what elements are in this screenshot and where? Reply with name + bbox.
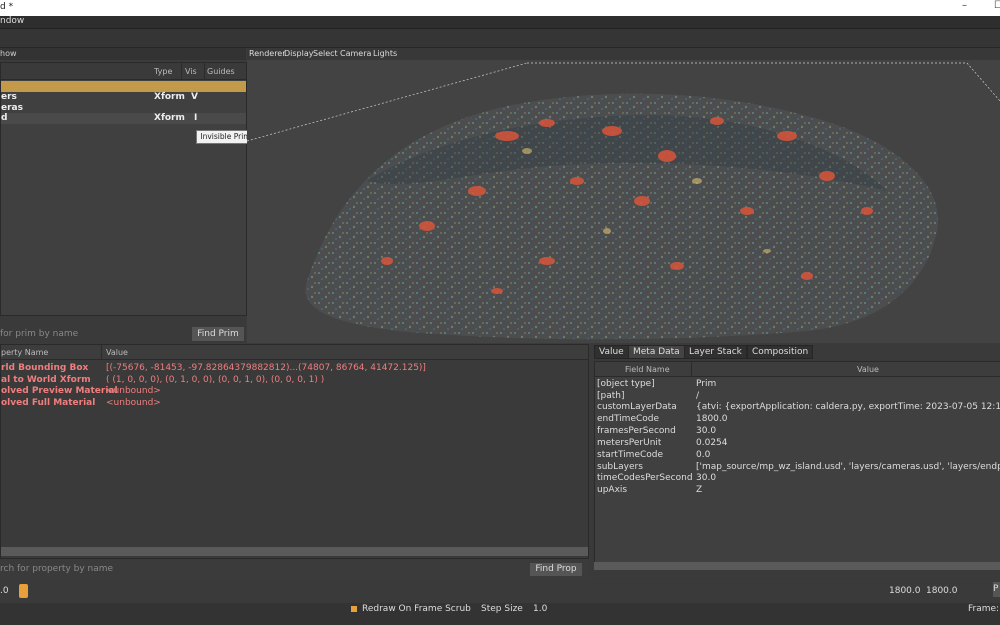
tab-layer-stack[interactable]: Layer Stack [684, 345, 747, 359]
column-value[interactable]: Value [857, 365, 879, 374]
play-button[interactable]: P [993, 582, 1000, 597]
metadata-panel: Value Meta Data Layer Stack Composition … [589, 344, 1000, 577]
column-divider[interactable] [101, 345, 102, 359]
metadata-column-header: Field Name Value [595, 362, 1000, 377]
menu-lights[interactable]: Lights [373, 49, 397, 58]
metadata-horizontal-scrollbar[interactable] [594, 562, 1000, 570]
metadata-row[interactable]: metersPerUnit 0.0254 [595, 438, 1000, 449]
prim-tree[interactable]: Type Vis Guides ers Xform V eras d Xform… [0, 62, 247, 316]
metadata-row[interactable]: customLayerData {atvi: {exportApplication… [595, 402, 1000, 413]
window-title: d * [0, 2, 14, 12]
timeline-end-b: 1800.0 [926, 586, 958, 596]
statusbar: Redraw On Frame Scrub Step Size 1.0 Fram… [0, 603, 1000, 625]
tab-composition[interactable]: Composition [747, 345, 814, 359]
property-name: rld Bounding Box [1, 363, 89, 373]
property-search-input[interactable]: rch for property by name [0, 562, 520, 576]
prim-tree-panel-label: how [0, 49, 17, 58]
property-value: ( (1, 0, 0, 0), (0, 1, 0, 0), (0, 0, 1, … [106, 375, 325, 385]
metadata-row[interactable]: subLayers ['map_source/mp_wz_island.usd',… [595, 462, 1000, 473]
timeline-start: .0 [0, 586, 9, 596]
property-row[interactable]: olved Preview Material <unbound> [1, 386, 588, 397]
timeline-end-a: 1800.0 [889, 586, 921, 596]
metadata-row[interactable]: startTimeCode 0.0 [595, 450, 1000, 461]
metadata-row[interactable]: upAxis Z [595, 485, 1000, 496]
find-prop-button[interactable]: Find Prop [530, 563, 582, 576]
viewport-menubar: Renderer Display Select Camera Lights [247, 48, 1000, 60]
bbox-line [966, 62, 1000, 102]
frame-label: Frame: [968, 604, 1000, 614]
property-horizontal-scrollbar[interactable] [1, 547, 588, 556]
column-guides[interactable]: Guides [207, 67, 235, 76]
column-divider[interactable] [691, 362, 692, 376]
property-value: <unbound> [106, 386, 161, 396]
prim-tree-column-header: Type Vis Guides [1, 63, 246, 80]
column-vis[interactable]: Vis [185, 67, 197, 76]
menu-camera[interactable]: Camera [340, 49, 371, 58]
property-name: olved Preview Material [1, 386, 118, 396]
menubar: ndow [0, 16, 1000, 29]
menu-renderer[interactable]: Renderer [249, 49, 286, 58]
property-row[interactable]: rld Bounding Box [(-75676, -81453, -97.8… [1, 363, 588, 374]
menu-select[interactable]: Select [313, 49, 338, 58]
step-size-label: Step Size [481, 604, 523, 614]
menu-display[interactable]: Display [284, 49, 314, 58]
column-value[interactable]: Value [106, 348, 128, 357]
timeline: .0 1800.0 1800.0 P [0, 579, 1000, 603]
toolbar-strip [0, 29, 1000, 48]
visibility-toggle[interactable]: V [191, 92, 198, 102]
maximize-button[interactable]: ☐ [994, 0, 1000, 11]
column-field-name[interactable]: Field Name [625, 365, 670, 374]
property-name: al to World Xform [1, 375, 91, 385]
redraw-checkbox[interactable] [351, 606, 357, 612]
prim-search-input[interactable]: for prim by name [0, 327, 186, 341]
prim-search-bar: for prim by name Find Prim [0, 316, 246, 343]
property-row[interactable]: olved Full Material <unbound> [1, 398, 588, 409]
viewport-canvas[interactable] [247, 61, 1000, 343]
frame-slider-handle[interactable] [19, 584, 28, 598]
property-name: olved Full Material [1, 398, 96, 408]
metadata-row[interactable]: [object type] Prim [595, 379, 1000, 390]
column-type[interactable]: Type [154, 67, 172, 76]
tree-row-type: Xform [154, 113, 185, 123]
find-prim-button[interactable]: Find Prim [192, 327, 244, 341]
minimize-button[interactable]: – [962, 0, 967, 11]
tree-row[interactable]: d Xform I [1, 113, 246, 124]
tree-row-name: d [1, 113, 8, 123]
tree-row-type: Xform [154, 92, 185, 102]
tree-row[interactable]: ers Xform V [1, 92, 246, 103]
column-property-name[interactable]: perty Name [1, 348, 48, 357]
menu-window[interactable]: ndow [0, 16, 24, 26]
property-column-header: perty Name Value [1, 345, 588, 360]
metadata-row[interactable]: timeCodesPerSecond 30.0 [595, 473, 1000, 484]
prim-tree-header: how [0, 48, 246, 60]
metadata-table[interactable]: Field Name Value [object type] Prim [path… [594, 361, 1000, 563]
column-divider[interactable] [181, 63, 182, 79]
property-value: <unbound> [106, 398, 161, 408]
tree-row-name: ers [1, 92, 17, 102]
property-panel[interactable]: perty Name Value rld Bounding Box [(-756… [0, 344, 589, 559]
tab-value[interactable]: Value [594, 345, 629, 359]
step-size-value[interactable]: 1.0 [533, 604, 547, 614]
metadata-row[interactable]: [path] / [595, 391, 1000, 402]
window-titlebar: d * – ☐ [0, 0, 1000, 16]
tree-row-root[interactable] [1, 81, 246, 92]
tab-meta-data[interactable]: Meta Data [628, 345, 685, 359]
visibility-toggle[interactable]: I [194, 113, 197, 123]
metadata-row[interactable]: endTimeCode 1800.0 [595, 414, 1000, 425]
column-divider[interactable] [204, 63, 205, 79]
property-value: [(-75676, -81453, -97.82864379882812)...… [106, 363, 426, 373]
metadata-row[interactable]: framesPerSecond 30.0 [595, 426, 1000, 437]
tree-row-name: eras [1, 103, 23, 113]
viewport[interactable]: Renderer Display Select Camera Lights [247, 48, 1000, 343]
redraw-label: Redraw On Frame Scrub [362, 604, 471, 614]
property-row[interactable]: al to World Xform ( (1, 0, 0, 0), (0, 1,… [1, 375, 588, 386]
